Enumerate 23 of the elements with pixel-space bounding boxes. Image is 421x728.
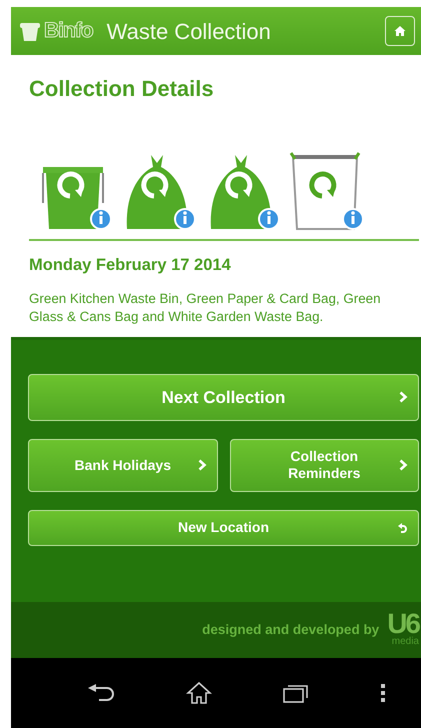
chevron-icon xyxy=(399,391,408,404)
more-icon[interactable] xyxy=(380,682,386,703)
section-heading: Collection Details xyxy=(29,75,215,103)
home-icon xyxy=(394,25,406,37)
developer-logo-subtitle: media xyxy=(392,636,419,648)
recent-apps-icon[interactable] xyxy=(282,682,308,703)
developer-logo: U6 xyxy=(387,612,419,636)
logo: Binfo xyxy=(44,18,93,44)
menu-button[interactable]: Bank Holidays xyxy=(28,438,218,492)
collection-description: Green Kitchen Waste Bin, Green Paper & Card Bag, Green Glass & Cans Bag and White Garden Waste Bag. xyxy=(29,290,382,326)
bin-icon xyxy=(19,21,41,41)
chevron-icon xyxy=(399,459,408,472)
menu-button[interactable]: New Location xyxy=(28,510,419,546)
home-icon[interactable] xyxy=(186,680,212,705)
back-icon[interactable] xyxy=(86,684,114,702)
credit-text: designed and developed by xyxy=(202,620,380,639)
collection-date: Monday February 17 2014 xyxy=(29,255,232,276)
return-icon xyxy=(398,522,408,534)
chevron-icon xyxy=(198,459,206,472)
app-title: Waste Collection xyxy=(106,18,271,46)
menu-button[interactable]: Collection Reminders xyxy=(230,438,419,492)
menu-button[interactable]: Next Collection xyxy=(28,374,419,421)
home-button[interactable] xyxy=(385,16,415,46)
